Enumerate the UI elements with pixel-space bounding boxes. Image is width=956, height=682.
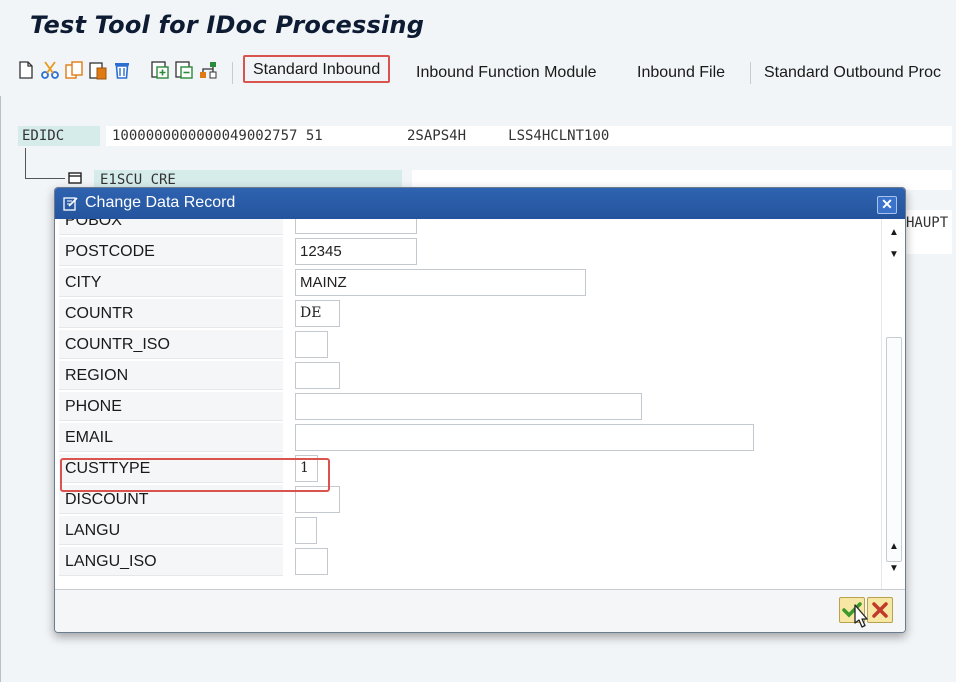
language-input[interactable]: [295, 517, 317, 544]
toolbar-separator: [750, 62, 751, 84]
country-iso-input[interactable]: [295, 331, 328, 358]
dialog-title: Change Data Record: [85, 194, 236, 211]
region-input[interactable]: [295, 362, 340, 389]
collapse-icon[interactable]: [174, 60, 194, 80]
cut-icon[interactable]: [40, 60, 60, 80]
country-input[interactable]: DE: [295, 300, 340, 327]
cancel-x-icon: [872, 602, 888, 618]
field-label: POSTCODE: [59, 237, 283, 266]
close-icon[interactable]: ✕: [877, 196, 897, 214]
field-label: EMAIL: [59, 423, 283, 452]
email-input[interactable]: [295, 424, 754, 451]
field-row-pobox: POBOX: [55, 219, 881, 236]
dialog-header: Change Data Record ✕: [55, 188, 905, 219]
inbound-function-module-button[interactable]: Inbound Function Module: [410, 60, 603, 88]
field-row-region: REGION: [55, 360, 881, 391]
scrollbar-thumb[interactable]: [886, 337, 902, 562]
inbound-file-button[interactable]: Inbound File: [631, 60, 731, 88]
field-row-countr: COUNTR DE: [55, 298, 881, 329]
custtype-highlight-box: [60, 458, 330, 492]
paste-icon[interactable]: [88, 60, 108, 80]
toolbar-separator: [232, 62, 233, 84]
language-iso-input[interactable]: [295, 548, 328, 575]
change-data-record-dialog: Change Data Record ✕ POBOX POSTCODE 1234…: [54, 187, 906, 633]
edit-record-icon: [63, 197, 78, 211]
org-structure-icon[interactable]: [198, 60, 218, 80]
field-row-postcode: POSTCODE 12345: [55, 236, 881, 267]
postcode-input[interactable]: 12345: [295, 238, 417, 265]
expand-icon[interactable]: [150, 60, 170, 80]
delete-icon[interactable]: [112, 60, 132, 80]
city-input[interactable]: MAINZ: [295, 269, 586, 296]
field-label: LANGU: [59, 516, 283, 545]
field-row-email: EMAIL: [55, 422, 881, 453]
title-bar: Test Tool for IDoc Processing: [0, 0, 956, 46]
mouse-pointer-icon: [854, 604, 868, 628]
field-label: PHONE: [59, 392, 283, 421]
copy-icon[interactable]: [64, 60, 84, 80]
field-row-countr-iso: COUNTR_ISO: [55, 329, 881, 360]
scroll-page-down-icon[interactable]: ▼: [887, 564, 901, 574]
dialog-footer: [55, 589, 905, 632]
field-label: POBOX: [59, 219, 283, 235]
vertical-scrollbar[interactable]: ▲ ▼ ▲ ▼: [881, 219, 905, 589]
field-row-phone: PHONE: [55, 391, 881, 422]
scroll-down-icon[interactable]: ▲: [887, 542, 901, 552]
application-toolbar: Inbound Function Module Inbound File Sta…: [0, 52, 956, 92]
field-row-city: CITY MAINZ: [55, 267, 881, 298]
tree-connector: [25, 148, 26, 178]
pobox-input[interactable]: [295, 219, 417, 234]
standard-inbound-button[interactable]: Standard Inbound: [243, 55, 391, 83]
tree-connector: [25, 178, 65, 179]
control-record-label[interactable]: EDIDC: [18, 126, 100, 146]
field-label: CITY: [59, 268, 283, 297]
control-record-value: 1000000000000049002757 51 2SAPS4H LSS4HC…: [106, 126, 952, 146]
standard-outbound-processing-button[interactable]: Standard Outbound Proc: [758, 60, 947, 88]
field-label: LANGU_ISO: [59, 547, 283, 576]
field-row-langu-iso: LANGU_ISO: [55, 546, 881, 577]
folder-icon: [68, 172, 82, 184]
field-label: REGION: [59, 361, 283, 390]
background-field-value: HAUPT: [902, 210, 952, 254]
field-label: COUNTR: [59, 299, 283, 328]
page-title: Test Tool for IDoc Processing: [30, 11, 425, 39]
field-list: POBOX POSTCODE 12345 CITY MAINZ COUNTR D…: [55, 219, 881, 589]
field-row-langu: LANGU: [55, 515, 881, 546]
scroll-page-up-icon[interactable]: ▲: [887, 228, 901, 238]
field-label: COUNTR_ISO: [59, 330, 283, 359]
scroll-up-icon[interactable]: ▼: [887, 250, 901, 260]
phone-input[interactable]: [295, 393, 642, 420]
new-document-icon[interactable]: [16, 60, 36, 80]
